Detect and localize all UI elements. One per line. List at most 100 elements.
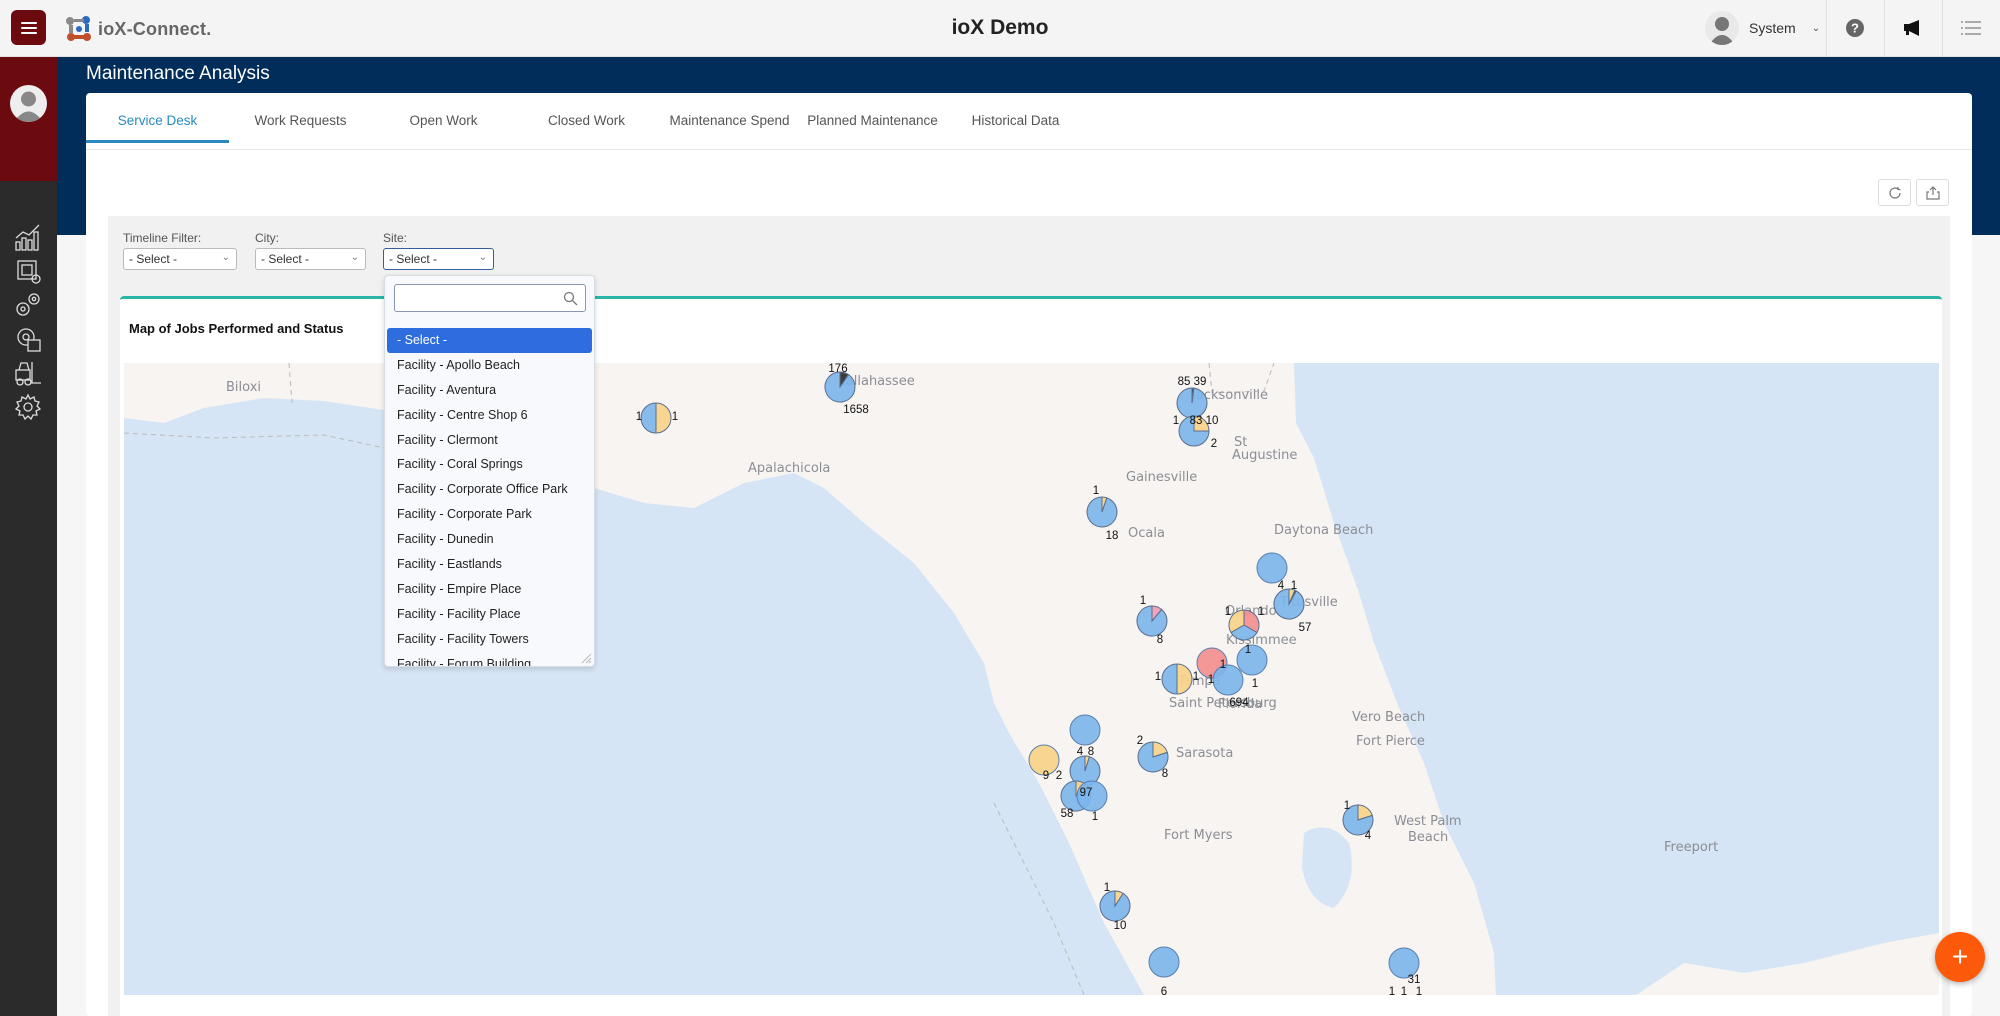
tab-work-requests[interactable]: Work Requests bbox=[229, 93, 372, 143]
pie-data-label: 85 bbox=[1178, 376, 1191, 388]
pie-slice[interactable] bbox=[1212, 664, 1244, 696]
chevron-down-icon: ⌄ bbox=[478, 252, 487, 263]
svg-text:?: ? bbox=[1851, 21, 1859, 36]
pie-data-label: 58 bbox=[1061, 808, 1074, 820]
gear-dashboard-icon[interactable] bbox=[13, 324, 43, 354]
user-avatar bbox=[1705, 11, 1739, 45]
export-button[interactable] bbox=[1916, 179, 1949, 206]
page-title: Maintenance Analysis bbox=[86, 63, 270, 84]
add-fab-button[interactable]: + bbox=[1935, 932, 1985, 982]
announcements-button[interactable] bbox=[1885, 0, 1941, 56]
site-option[interactable]: Facility - Corporate Office Park bbox=[387, 477, 592, 502]
pie-data-label: 9 bbox=[1043, 770, 1049, 782]
pie-slice[interactable] bbox=[1176, 387, 1208, 419]
pie-data-label: 39 bbox=[1194, 376, 1207, 388]
tab-historical-data[interactable]: Historical Data bbox=[944, 93, 1087, 143]
refresh-button[interactable] bbox=[1878, 179, 1911, 206]
pie-data-label: 1 bbox=[1258, 606, 1264, 618]
site-option[interactable]: Facility - Facility Towers bbox=[387, 627, 592, 652]
pie-slice[interactable] bbox=[1136, 605, 1168, 637]
user-menu[interactable]: System ⌄ bbox=[1705, 11, 1820, 45]
city-label: Vero Beach bbox=[1352, 710, 1425, 725]
pie-slice[interactable] bbox=[824, 371, 856, 403]
pie-data-label: 57 bbox=[1299, 622, 1312, 634]
timeline-filter-select[interactable]: - Select - ⌄ bbox=[123, 248, 237, 270]
site-option[interactable]: Facility - Clermont bbox=[387, 428, 592, 453]
site-option[interactable]: - Select - bbox=[387, 328, 592, 353]
tab-service-desk[interactable]: Service Desk bbox=[86, 93, 229, 143]
tab-open-work[interactable]: Open Work bbox=[372, 93, 515, 143]
city-label: Augustine bbox=[1232, 448, 1297, 463]
sidebar-avatar[interactable] bbox=[10, 85, 47, 122]
pie-slice[interactable] bbox=[1273, 588, 1305, 620]
analytics-chart-icon[interactable] bbox=[13, 222, 43, 252]
city-label: Sarasota bbox=[1176, 746, 1233, 761]
pie-slice[interactable] bbox=[1069, 714, 1101, 746]
logo[interactable]: ioX-Connect. bbox=[64, 14, 211, 44]
pie-data-label: 1 bbox=[1104, 882, 1110, 894]
site-option[interactable]: Facility - Dunedin bbox=[387, 527, 592, 552]
site-dropdown[interactable]: - Select - Facility - Apollo Beach Facil… bbox=[384, 275, 595, 667]
city-label: Fort Myers bbox=[1164, 828, 1233, 843]
site-option[interactable]: Facility - Apollo Beach bbox=[387, 353, 592, 378]
pie-marker[interactable] bbox=[1256, 552, 1288, 584]
share-export-icon bbox=[1925, 185, 1940, 200]
tab-maintenance-spend[interactable]: Maintenance Spend bbox=[658, 93, 801, 143]
pie-data-label: 6 bbox=[1161, 986, 1167, 995]
pie-data-label: 1 bbox=[636, 411, 642, 423]
tab-planned-maintenance[interactable]: Planned Maintenance bbox=[801, 93, 944, 143]
city-filter-select[interactable]: - Select - ⌄ bbox=[255, 248, 366, 270]
pie-slice[interactable] bbox=[1256, 552, 1288, 584]
city-label: Gainesville bbox=[1126, 470, 1197, 485]
pie-slice[interactable] bbox=[1236, 644, 1268, 676]
city-label: Apalachicola bbox=[748, 461, 830, 476]
settings-gear-icon[interactable] bbox=[13, 392, 43, 422]
device-settings-icon[interactable] bbox=[13, 256, 43, 286]
pie-slice[interactable] bbox=[1099, 890, 1131, 922]
tab-bar: Service Desk Work Requests Open Work Clo… bbox=[86, 93, 1972, 150]
site-filter-value: - Select - bbox=[389, 252, 438, 266]
pie-data-label: 4 bbox=[1365, 830, 1372, 842]
pie-marker[interactable] bbox=[1069, 714, 1101, 746]
site-option[interactable]: Facility - Facility Place bbox=[387, 602, 592, 627]
menu-icon-bar bbox=[20, 31, 37, 34]
list-button[interactable] bbox=[1943, 0, 1999, 56]
city-label: Daytona Beach bbox=[1274, 523, 1373, 538]
pie-data-label: 1 bbox=[1245, 644, 1251, 656]
site-option[interactable]: Facility - Corporate Park bbox=[387, 502, 592, 527]
site-option[interactable]: Facility - Centre Shop 6 bbox=[387, 403, 592, 428]
iox-logo-icon bbox=[66, 16, 91, 41]
city-label: Biloxi bbox=[226, 380, 261, 395]
pie-data-label: 1 bbox=[672, 411, 678, 423]
pie-data-label: 1 bbox=[1193, 671, 1199, 683]
site-option[interactable]: Facility - Aventura bbox=[387, 378, 592, 403]
forklift-icon[interactable] bbox=[13, 358, 43, 388]
menu-button[interactable] bbox=[11, 10, 46, 45]
list-icon bbox=[1961, 21, 1981, 35]
pie-data-label: 1 bbox=[1344, 800, 1350, 812]
pie-slice[interactable] bbox=[1148, 946, 1180, 978]
pie-data-label: 4 bbox=[1278, 580, 1285, 592]
pie-data-label: 8 bbox=[1162, 768, 1168, 780]
pie-data-label: 8 bbox=[1157, 634, 1163, 646]
site-option[interactable]: Facility - Forum Building bbox=[387, 652, 592, 666]
site-option[interactable]: Facility - Empire Place bbox=[387, 577, 592, 602]
pie-data-label: 18 bbox=[1106, 530, 1119, 542]
tab-closed-work[interactable]: Closed Work bbox=[515, 93, 658, 143]
pie-data-label: 1 bbox=[1173, 415, 1179, 427]
pie-slice[interactable] bbox=[1086, 496, 1118, 528]
site-filter-select[interactable]: - Select - ⌄ bbox=[383, 248, 494, 270]
site-search-input[interactable] bbox=[394, 284, 586, 312]
site-option[interactable]: Facility - Eastlands bbox=[387, 552, 592, 577]
site-option[interactable]: Facility - Coral Springs bbox=[387, 452, 592, 477]
city-label: Beach bbox=[1408, 830, 1448, 845]
chevron-down-icon: ⌄ bbox=[350, 252, 359, 263]
pie-data-label: 176 bbox=[828, 363, 847, 375]
search-icon bbox=[563, 291, 578, 306]
map-title: Map of Jobs Performed and Status bbox=[129, 321, 344, 336]
gears-icon[interactable] bbox=[13, 290, 43, 320]
pie-data-label: 83 bbox=[1190, 415, 1203, 427]
help-button[interactable]: ? bbox=[1827, 0, 1883, 56]
resize-handle-icon[interactable] bbox=[580, 652, 592, 664]
pie-data-label: 1 bbox=[1389, 986, 1395, 995]
